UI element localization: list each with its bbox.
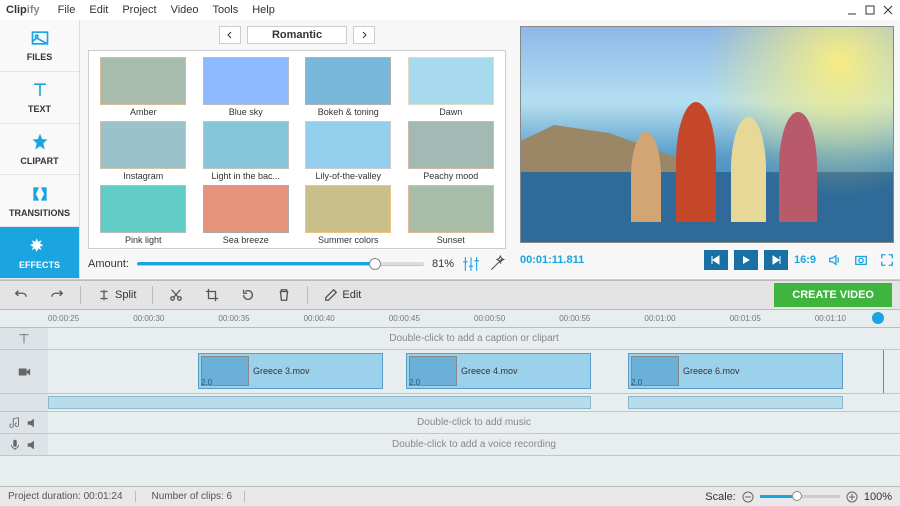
app-logo: Clipify <box>6 4 40 16</box>
voice-track-header[interactable] <box>0 434 48 455</box>
snapshot-icon[interactable] <box>854 253 868 267</box>
zoom-out-icon[interactable] <box>742 491 754 503</box>
split-button[interactable]: Split <box>91 286 142 304</box>
effect-item[interactable]: Light in the bac... <box>198 121 295 181</box>
sidebar-label: FILES <box>27 52 53 62</box>
timeline-toolbar: Split Edit CREATE VIDEO <box>0 280 900 310</box>
left-sidebar: FILES TEXT CLIPART TRANSITIONS EFFECTS <box>0 20 80 279</box>
zoom-segment[interactable] <box>628 396 843 409</box>
effect-item[interactable]: Bokeh & toning <box>300 57 397 117</box>
maximize-icon[interactable] <box>864 4 876 16</box>
effect-item[interactable]: Amber <box>95 57 192 117</box>
equalizer-icon[interactable] <box>462 255 480 273</box>
category-prev-button[interactable] <box>219 26 241 44</box>
scale-label: Scale: <box>705 491 736 503</box>
menu-tools[interactable]: Tools <box>213 4 239 16</box>
caption-hint[interactable]: Double-click to add a caption or clipart <box>48 333 900 344</box>
timeline-ruler[interactable]: 00:00:25 00:00:30 00:00:35 00:00:40 00:0… <box>0 310 900 328</box>
cut-button[interactable] <box>163 286 189 304</box>
category-next-button[interactable] <box>353 26 375 44</box>
zoom-track-header[interactable] <box>0 394 48 411</box>
redo-button[interactable] <box>44 286 70 304</box>
clip-count: Number of clips: 6 <box>152 491 246 502</box>
create-video-button[interactable]: CREATE VIDEO <box>774 283 892 307</box>
amount-slider[interactable] <box>137 262 424 266</box>
video-track[interactable]: Greece 3.mov2.0 Greece 4.mov2.0 Greece 6… <box>48 350 900 393</box>
close-icon[interactable] <box>882 4 894 16</box>
delete-button[interactable] <box>271 286 297 304</box>
music-track-header[interactable] <box>0 412 48 433</box>
sidebar-label: TRANSITIONS <box>9 208 70 218</box>
effects-panel: Romantic Amber Blue sky Bokeh & toning D… <box>80 20 514 279</box>
sidebar-label: TEXT <box>28 104 51 114</box>
menu-file[interactable]: File <box>58 4 76 16</box>
project-duration: Project duration: 00:01:24 <box>8 491 136 502</box>
minimize-icon[interactable] <box>846 4 858 16</box>
effect-item[interactable]: Summer colors <box>300 185 397 245</box>
preview-time: 00:01:11.811 <box>520 254 584 266</box>
sidebar-item-files[interactable]: FILES <box>0 20 79 72</box>
next-button[interactable] <box>764 250 788 270</box>
effect-item[interactable]: Blue sky <box>198 57 295 117</box>
sidebar-label: CLIPART <box>20 156 58 166</box>
undo-button[interactable] <box>8 286 34 304</box>
video-track-header[interactable] <box>0 350 48 393</box>
playhead[interactable] <box>883 350 884 393</box>
music-hint[interactable]: Double-click to add music <box>48 417 900 428</box>
category-title: Romantic <box>247 26 347 44</box>
menu-project[interactable]: Project <box>122 4 156 16</box>
effect-item[interactable]: Dawn <box>403 57 500 117</box>
scale-value: 100% <box>864 491 892 503</box>
effect-item[interactable]: Peachy mood <box>403 121 500 181</box>
scale-slider[interactable] <box>760 495 840 498</box>
volume-icon[interactable] <box>828 253 842 267</box>
play-button[interactable] <box>734 250 758 270</box>
effect-item[interactable]: Instagram <box>95 121 192 181</box>
title-bar: Clipify File Edit Project Video Tools He… <box>0 0 900 20</box>
menu-help[interactable]: Help <box>252 4 275 16</box>
timeline: Double-click to add a caption or clipart… <box>0 328 900 486</box>
timeline-clip[interactable]: Greece 3.mov2.0 <box>198 353 383 389</box>
preview-image <box>520 26 894 243</box>
sidebar-item-effects[interactable]: EFFECTS <box>0 227 79 279</box>
effects-grid: Amber Blue sky Bokeh & toning Dawn Insta… <box>88 50 506 249</box>
sidebar-item-clipart[interactable]: CLIPART <box>0 124 79 176</box>
sidebar-item-text[interactable]: TEXT <box>0 72 79 124</box>
voice-hint[interactable]: Double-click to add a voice recording <box>48 439 900 450</box>
menu-edit[interactable]: Edit <box>89 4 108 16</box>
sidebar-item-transitions[interactable]: TRANSITIONS <box>0 175 79 227</box>
timeline-clip[interactable]: Greece 6.mov2.0 <box>628 353 843 389</box>
fullscreen-icon[interactable] <box>880 253 894 267</box>
zoom-segment[interactable] <box>48 396 591 409</box>
menu-video[interactable]: Video <box>171 4 199 16</box>
timeline-clip[interactable]: Greece 4.mov2.0 <box>406 353 591 389</box>
text-track-header[interactable] <box>0 328 48 349</box>
prev-button[interactable] <box>704 250 728 270</box>
sidebar-label: EFFECTS <box>19 260 60 270</box>
aspect-ratio[interactable]: 16:9 <box>794 254 816 266</box>
amount-label: Amount: <box>88 258 129 270</box>
effect-item[interactable]: Sea breeze <box>198 185 295 245</box>
rotate-button[interactable] <box>235 286 261 304</box>
edit-button[interactable]: Edit <box>318 286 367 304</box>
main-menu: File Edit Project Video Tools Help <box>58 4 275 16</box>
zoom-in-icon[interactable] <box>846 491 858 503</box>
status-bar: Project duration: 00:01:24 Number of cli… <box>0 486 900 506</box>
effect-item[interactable]: Pink light <box>95 185 192 245</box>
effect-item[interactable]: Sunset <box>403 185 500 245</box>
crop-button[interactable] <box>199 286 225 304</box>
effect-item[interactable]: Lily-of-the-valley <box>300 121 397 181</box>
preview-panel: 00:01:11.811 16:9 <box>514 20 900 279</box>
ruler-end-marker[interactable] <box>872 312 884 324</box>
wand-icon[interactable] <box>488 255 506 273</box>
amount-value: 81% <box>432 258 454 270</box>
